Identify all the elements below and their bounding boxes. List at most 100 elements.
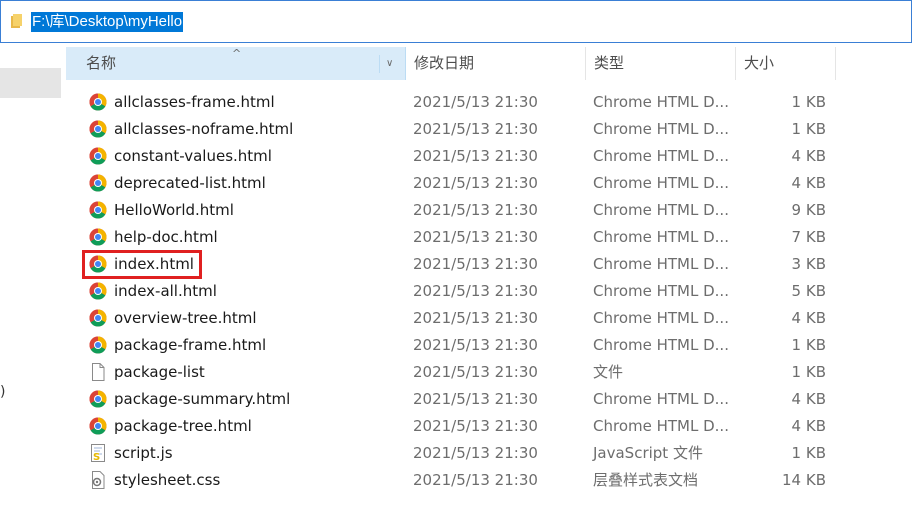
file-row[interactable]: HelloWorld.html 2021/5/13 21:30 Chrome HTM… xyxy=(66,196,912,223)
file-type: Chrome HTML D... xyxy=(593,120,729,138)
script-file-icon: S xyxy=(89,444,107,463)
file-type: Chrome HTML D... xyxy=(593,174,729,192)
file-size: 1 KB xyxy=(791,363,826,381)
chrome-icon xyxy=(89,174,107,192)
file-type: Chrome HTML D... xyxy=(593,336,729,354)
chrome-icon xyxy=(89,201,107,219)
chrome-icon xyxy=(89,309,107,327)
column-header-size-label: 大小 xyxy=(744,54,775,72)
file-row[interactable]: package-frame.html 2021/5/13 21:30 Chrome … xyxy=(66,331,912,358)
file-modified-date: 2021/5/13 21:30 xyxy=(413,93,538,111)
file-size: 14 KB xyxy=(782,471,826,489)
file-type: 层叠样式表文档 xyxy=(593,471,699,489)
file-row[interactable]: package-list 2021/5/13 21:30 文件 1 KB xyxy=(66,358,912,385)
chrome-icon xyxy=(89,120,107,138)
file-row[interactable]: Sscript.js 2021/5/13 21:30 JavaScript 文件 1 … xyxy=(66,439,912,466)
file-modified-date: 2021/5/13 21:30 xyxy=(413,174,538,192)
file-row[interactable]: index-all.html 2021/5/13 21:30 Chrome HTML… xyxy=(66,277,912,304)
file-name[interactable]: package-summary.html xyxy=(114,389,290,409)
address-path[interactable]: F:\库\Desktop\myHello xyxy=(31,12,184,32)
file-size: 4 KB xyxy=(791,390,826,408)
css-file-icon xyxy=(89,471,107,489)
file-name[interactable]: package-tree.html xyxy=(114,416,252,436)
file-row[interactable]: allclasses-frame.html 2021/5/13 21:30 Chro… xyxy=(66,88,912,115)
file-type: Chrome HTML D... xyxy=(593,228,729,246)
file-row[interactable]: stylesheet.css 2021/5/13 21:30 层叠样式表文档 14 K… xyxy=(66,466,912,493)
nav-selected-item[interactable] xyxy=(0,68,61,98)
chrome-icon xyxy=(89,417,107,435)
file-type: Chrome HTML D... xyxy=(593,93,729,111)
file-size: 1 KB xyxy=(791,444,826,462)
chrome-icon xyxy=(89,282,107,300)
file-size: 4 KB xyxy=(791,417,826,435)
chrome-icon xyxy=(89,255,107,273)
svg-text:S: S xyxy=(93,452,100,462)
file-row[interactable]: constant-values.html 2021/5/13 21:30 Chrom… xyxy=(66,142,912,169)
file-modified-date: 2021/5/13 21:30 xyxy=(413,282,538,300)
file-name[interactable]: script.js xyxy=(114,443,173,463)
sort-up-icon: ^ xyxy=(232,47,242,60)
file-type: Chrome HTML D... xyxy=(593,255,729,273)
file-name[interactable]: index-all.html xyxy=(114,281,217,301)
file-name[interactable]: stylesheet.css xyxy=(114,470,220,490)
file-type: 文件 xyxy=(593,363,624,381)
file-name[interactable]: package-frame.html xyxy=(114,335,266,355)
file-modified-date: 2021/5/13 21:30 xyxy=(413,417,538,435)
file-name[interactable]: index.html xyxy=(114,254,194,274)
file-name[interactable]: allclasses-noframe.html xyxy=(114,119,293,139)
file-type: Chrome HTML D... xyxy=(593,417,729,435)
file-modified-date: 2021/5/13 21:30 xyxy=(413,444,538,462)
chrome-icon xyxy=(89,147,107,165)
column-header-date[interactable]: 修改日期 xyxy=(406,47,586,80)
file-size: 7 KB xyxy=(791,228,826,246)
file-name[interactable]: deprecated-list.html xyxy=(114,173,266,193)
file-name[interactable]: constant-values.html xyxy=(114,146,272,166)
column-header-name[interactable]: ^ 名称 ∨ xyxy=(66,47,406,80)
file-name[interactable]: help-doc.html xyxy=(114,227,218,247)
nav-text-fragment: ) xyxy=(0,384,6,400)
file-row[interactable]: allclasses-noframe.html 2021/5/13 21:30 Ch… xyxy=(66,115,912,142)
chrome-icon xyxy=(89,228,107,246)
chrome-icon xyxy=(89,93,107,111)
file-size: 1 KB xyxy=(791,336,826,354)
file-name[interactable]: HelloWorld.html xyxy=(114,200,234,220)
chevron-down-icon[interactable]: ∨ xyxy=(386,47,393,80)
file-size: 4 KB xyxy=(791,147,826,165)
column-header-row: ^ 名称 ∨ 修改日期 类型 大小 xyxy=(66,47,912,80)
file-row[interactable]: index.html 2021/5/13 21:30 Chrome HTML D..… xyxy=(66,250,912,277)
column-header-date-label: 修改日期 xyxy=(414,54,475,72)
file-modified-date: 2021/5/13 21:30 xyxy=(413,336,538,354)
file-type: Chrome HTML D... xyxy=(593,282,729,300)
blank-file-icon xyxy=(89,363,107,381)
column-header-size[interactable]: 大小 xyxy=(736,47,836,80)
column-header-name-label: 名称 xyxy=(86,54,117,72)
folder-icon xyxy=(11,14,22,28)
file-row[interactable]: overview-tree.html 2021/5/13 21:30 Chrome … xyxy=(66,304,912,331)
chrome-icon xyxy=(89,336,107,354)
file-size: 3 KB xyxy=(791,255,826,273)
file-name[interactable]: overview-tree.html xyxy=(114,308,257,328)
file-size: 4 KB xyxy=(791,174,826,192)
column-header-type[interactable]: 类型 xyxy=(586,47,736,80)
file-type: Chrome HTML D... xyxy=(593,147,729,165)
file-row[interactable]: package-summary.html 2021/5/13 21:30 Chrom… xyxy=(66,385,912,412)
file-list: allclasses-frame.html 2021/5/13 21:30 Chro… xyxy=(66,88,912,493)
chrome-icon xyxy=(89,390,107,408)
file-row[interactable]: help-doc.html 2021/5/13 21:30 Chrome HTML … xyxy=(66,223,912,250)
file-modified-date: 2021/5/13 21:30 xyxy=(413,120,538,138)
header-divider xyxy=(379,55,380,73)
file-name[interactable]: package-list xyxy=(114,362,205,382)
file-modified-date: 2021/5/13 21:30 xyxy=(413,471,538,489)
file-row[interactable]: package-tree.html 2021/5/13 21:30 Chrome H… xyxy=(66,412,912,439)
address-bar[interactable]: F:\库\Desktop\myHello xyxy=(0,0,912,43)
file-size: 5 KB xyxy=(791,282,826,300)
file-modified-date: 2021/5/13 21:30 xyxy=(413,147,538,165)
file-modified-date: 2021/5/13 21:30 xyxy=(413,309,538,327)
file-type: Chrome HTML D... xyxy=(593,201,729,219)
file-size: 4 KB xyxy=(791,309,826,327)
file-modified-date: 2021/5/13 21:30 xyxy=(413,390,538,408)
file-size: 1 KB xyxy=(791,93,826,111)
file-type: Chrome HTML D... xyxy=(593,309,729,327)
file-name[interactable]: allclasses-frame.html xyxy=(114,92,275,112)
file-row[interactable]: deprecated-list.html 2021/5/13 21:30 Chrom… xyxy=(66,169,912,196)
